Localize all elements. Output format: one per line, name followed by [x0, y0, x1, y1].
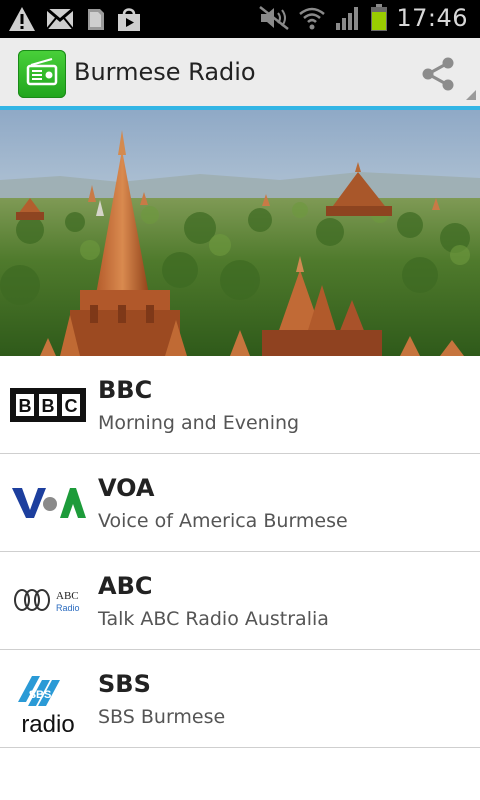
shopping-bag-icon: [118, 8, 140, 31]
svg-text:radio: radio: [21, 711, 74, 738]
status-left: [8, 6, 142, 32]
list-item-voa[interactable]: VOA Voice of America Burmese: [0, 454, 480, 552]
warning-icon: [9, 7, 35, 31]
station-subtitle: Morning and Evening: [98, 412, 300, 434]
app-icon[interactable]: [18, 50, 66, 98]
notification-icon: [88, 9, 104, 30]
station-list: B B C BBC Morning and Evening VOA Voice …: [0, 356, 480, 748]
banner-image: [0, 110, 480, 356]
sbs-logo: SBS radio: [10, 670, 86, 738]
voa-logo: [10, 474, 86, 530]
bbc-logo: B B C: [10, 376, 86, 432]
svg-text:C: C: [65, 396, 78, 416]
gmail-icon: [46, 8, 74, 30]
svg-text:Radio: Radio: [56, 603, 80, 613]
status-bar: 17:46: [0, 0, 480, 38]
mute-icon: [259, 6, 290, 30]
share-icon: [422, 57, 454, 91]
overflow-indicator: [466, 90, 476, 100]
battery-icon: [371, 4, 388, 31]
station-subtitle: Voice of America Burmese: [98, 510, 348, 532]
station-title: BBC: [98, 376, 153, 404]
radio-icon: [26, 58, 58, 86]
list-item-bbc[interactable]: B B C BBC Morning and Evening: [0, 356, 480, 454]
station-subtitle: Talk ABC Radio Australia: [98, 608, 329, 630]
share-button[interactable]: [418, 54, 458, 94]
status-right: 17:46: [258, 4, 468, 32]
svg-text:SBS: SBS: [29, 689, 52, 701]
svg-text:B: B: [19, 396, 32, 416]
station-title: SBS: [98, 670, 151, 698]
wifi-icon: [299, 7, 326, 30]
list-item-sbs[interactable]: SBS radio SBS SBS Burmese: [0, 650, 480, 748]
station-title: ABC: [98, 572, 153, 600]
temples-illustration: [0, 110, 480, 356]
signal-icon: [336, 7, 359, 30]
station-subtitle: SBS Burmese: [98, 706, 226, 728]
action-bar: Burmese Radio: [0, 38, 480, 110]
abc-logo: ABC Radio: [10, 572, 86, 628]
svg-text:ABC: ABC: [56, 590, 79, 602]
svg-text:B: B: [42, 396, 55, 416]
clock-time: 17:46: [396, 4, 468, 32]
app-title: Burmese Radio: [74, 58, 256, 86]
station-title: VOA: [98, 474, 155, 502]
list-item-abc[interactable]: ABC Radio ABC Talk ABC Radio Australia: [0, 552, 480, 650]
